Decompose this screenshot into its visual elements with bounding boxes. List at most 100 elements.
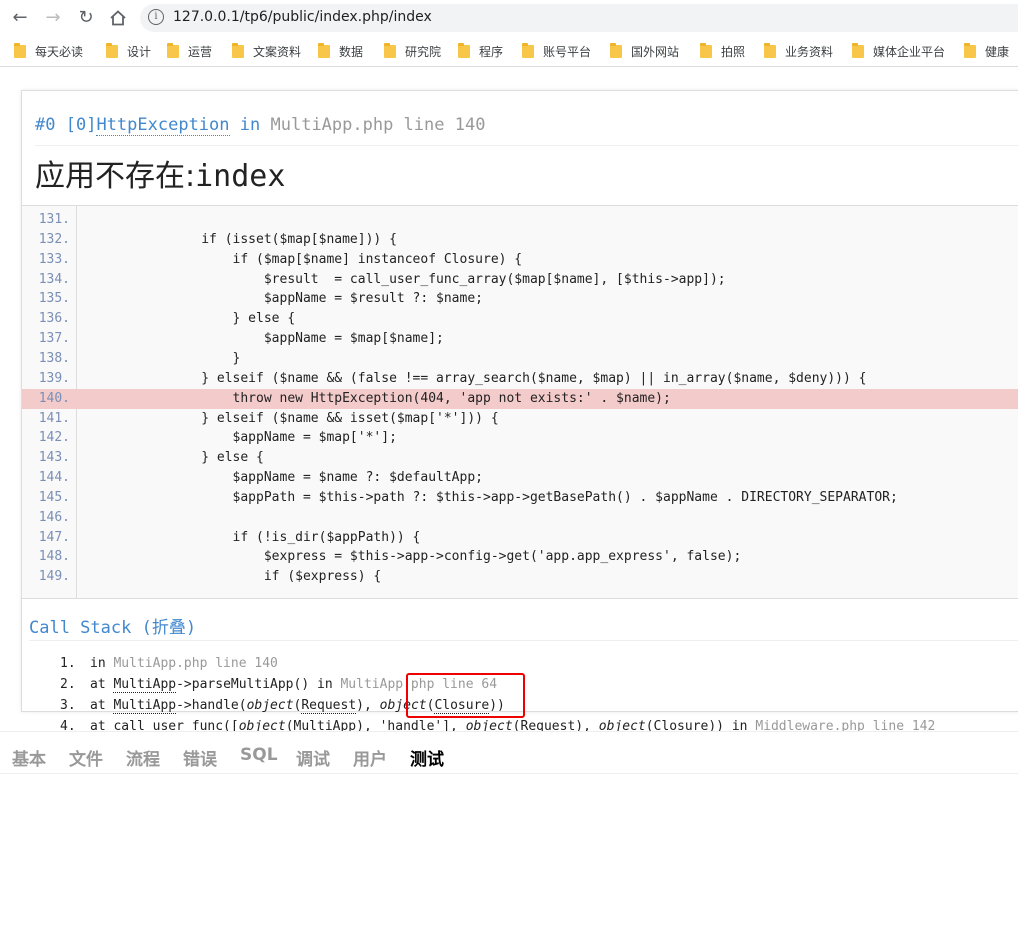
bookmark-item[interactable]: 文案资料 xyxy=(232,42,302,59)
home-icon[interactable] xyxy=(106,6,130,30)
address-bar[interactable]: i 127.0.0.1/tp6/public/index.php/index xyxy=(140,4,1018,32)
folder-icon xyxy=(318,42,330,58)
stack-text: in xyxy=(90,656,114,671)
forward-arrow-icon[interactable]: → xyxy=(41,6,65,30)
bookmark-label: 程序 xyxy=(479,44,504,59)
exception-code: [0] xyxy=(65,115,97,135)
code-line: 149. if ($express) { xyxy=(22,567,1018,587)
code-text: if ($express) { xyxy=(76,569,382,585)
bookmark-item[interactable]: 媒体企业平台 xyxy=(852,42,945,59)
folder-icon xyxy=(852,42,864,58)
bookmark-item[interactable]: 运营 xyxy=(167,42,213,59)
exception-panel: #0 [0]HttpException in MultiApp.php line… xyxy=(21,90,1018,734)
line-number: 149. xyxy=(38,569,70,585)
site-info-icon[interactable]: i xyxy=(148,9,164,25)
bookmark-label: 健康 xyxy=(985,44,1010,59)
bookmark-label: 文案资料 xyxy=(253,44,302,59)
code-line: 145. $appPath = $this->path ?: $this->ap… xyxy=(22,488,1018,508)
code-line: 132. if (isset($map[$name])) { xyxy=(22,230,1018,250)
exception-class[interactable]: HttpException xyxy=(96,115,230,136)
code-line: 144. $appName = $name ?: $defaultApp; xyxy=(22,468,1018,488)
source-code: 131. 132. if (isset($map[$name])) {133. i… xyxy=(22,205,1018,599)
message-tail: index xyxy=(195,159,286,194)
line-number: 139. xyxy=(38,370,70,386)
bookmark-label: 研究院 xyxy=(405,44,442,59)
code-line: 138. } xyxy=(22,349,1018,369)
stack-text: object xyxy=(246,698,294,713)
stack-number: 2. xyxy=(60,677,76,692)
call-stack-title[interactable]: Call Stack (折叠) xyxy=(29,613,196,638)
bookmark-label: 运营 xyxy=(188,44,213,59)
code-line: 140. throw new HttpException(404, 'app n… xyxy=(22,388,1018,409)
code-text: $appName = $result ?: $name; xyxy=(76,291,483,307)
line-number: 148. xyxy=(38,549,70,565)
trace-tab[interactable]: 基本 xyxy=(12,745,46,770)
reload-icon[interactable]: ↻ xyxy=(74,6,98,30)
address-url[interactable]: 127.0.0.1/tp6/public/index.php/index xyxy=(173,9,432,25)
bookmark-item[interactable]: 设计 xyxy=(106,42,152,59)
code-line: 141. } elseif ($name && isset($map['*'])… xyxy=(22,409,1018,429)
exception-header: #0 [0]HttpException in MultiApp.php line… xyxy=(35,115,485,136)
line-number: 138. xyxy=(38,350,70,366)
stack-text[interactable]: Request xyxy=(301,698,357,714)
line-number: 145. xyxy=(38,489,70,505)
line-number: 136. xyxy=(38,311,70,327)
call-stack-divider xyxy=(29,640,1018,641)
folder-icon xyxy=(384,42,396,58)
code-line: 146. xyxy=(22,508,1018,528)
bookmark-label: 拍照 xyxy=(721,44,746,59)
trace-tab[interactable]: 文件 xyxy=(69,745,103,770)
trace-tab[interactable]: 测试 xyxy=(410,745,444,770)
stack-number: 1. xyxy=(60,656,76,671)
error-page: #0 [0]HttpException in MultiApp.php line… xyxy=(0,67,1018,951)
folder-icon xyxy=(232,42,244,58)
stack-number: 3. xyxy=(60,698,76,713)
code-line: 136. } else { xyxy=(22,309,1018,329)
call-stack-item: 1. in MultiApp.php line 140 xyxy=(60,656,278,671)
back-arrow-icon[interactable]: ← xyxy=(8,6,32,30)
trace-tab[interactable]: 流程 xyxy=(126,745,160,770)
stack-text: at xyxy=(90,698,114,713)
trace-tab[interactable]: 用户 xyxy=(353,745,387,770)
bookmark-item[interactable]: 健康 xyxy=(964,42,1010,59)
bookmark-item[interactable]: 国外网站 xyxy=(610,42,680,59)
code-line: 148. $express = $this->app->config->get(… xyxy=(22,547,1018,567)
line-number: 132. xyxy=(38,231,70,247)
code-line: 139. } elseif ($name && (false !== array… xyxy=(22,369,1018,389)
stack-text[interactable]: MultiApp xyxy=(113,677,177,693)
bookmark-item[interactable]: 账号平台 xyxy=(522,42,591,59)
bookmark-item[interactable]: 每天必读 xyxy=(14,42,84,59)
exception-index: #0 xyxy=(35,115,56,135)
code-text: $appName = $name ?: $defaultApp; xyxy=(76,470,483,486)
trace-tab[interactable]: 调试 xyxy=(296,745,330,770)
code-text: } else { xyxy=(76,450,264,466)
folder-icon xyxy=(106,42,118,58)
trace-tab[interactable]: 错误 xyxy=(183,745,217,770)
bookmark-item[interactable]: 研究院 xyxy=(384,42,442,59)
code-line: 147. if (!is_dir($appPath)) { xyxy=(22,528,1018,548)
bookmark-item[interactable]: 业务资料 xyxy=(764,42,833,59)
folder-icon xyxy=(610,42,622,58)
stack-text: ->parseMultiApp() in xyxy=(176,677,341,692)
folder-icon xyxy=(458,42,470,58)
message-text: 应用不存在: xyxy=(35,159,196,194)
line-number: 133. xyxy=(38,251,70,267)
code-line: 135. $appName = $result ?: $name; xyxy=(22,289,1018,309)
bookmark-label: 国外网站 xyxy=(631,44,680,59)
bookmark-label: 设计 xyxy=(127,44,152,59)
code-text: } elseif ($name && (false !== array_sear… xyxy=(76,370,867,386)
bookmark-item[interactable]: 程序 xyxy=(458,42,504,59)
code-line: 133. if ($map[$name] instanceof Closure)… xyxy=(22,250,1018,270)
line-number: 140. xyxy=(38,390,70,406)
bookmark-label: 每天必读 xyxy=(35,44,84,59)
line-number: 137. xyxy=(38,331,70,347)
trace-tab[interactable]: SQL xyxy=(240,745,278,765)
stack-text[interactable]: MultiApp xyxy=(113,698,177,714)
bookmark-item[interactable]: 拍照 xyxy=(700,42,746,59)
stack-text: ), xyxy=(356,698,380,713)
bookmark-item[interactable]: 数据 xyxy=(318,42,364,59)
bookmark-label: 数据 xyxy=(339,44,364,59)
code-text: } else { xyxy=(76,311,296,327)
exception-in: in xyxy=(239,115,261,135)
folder-icon xyxy=(700,42,712,58)
